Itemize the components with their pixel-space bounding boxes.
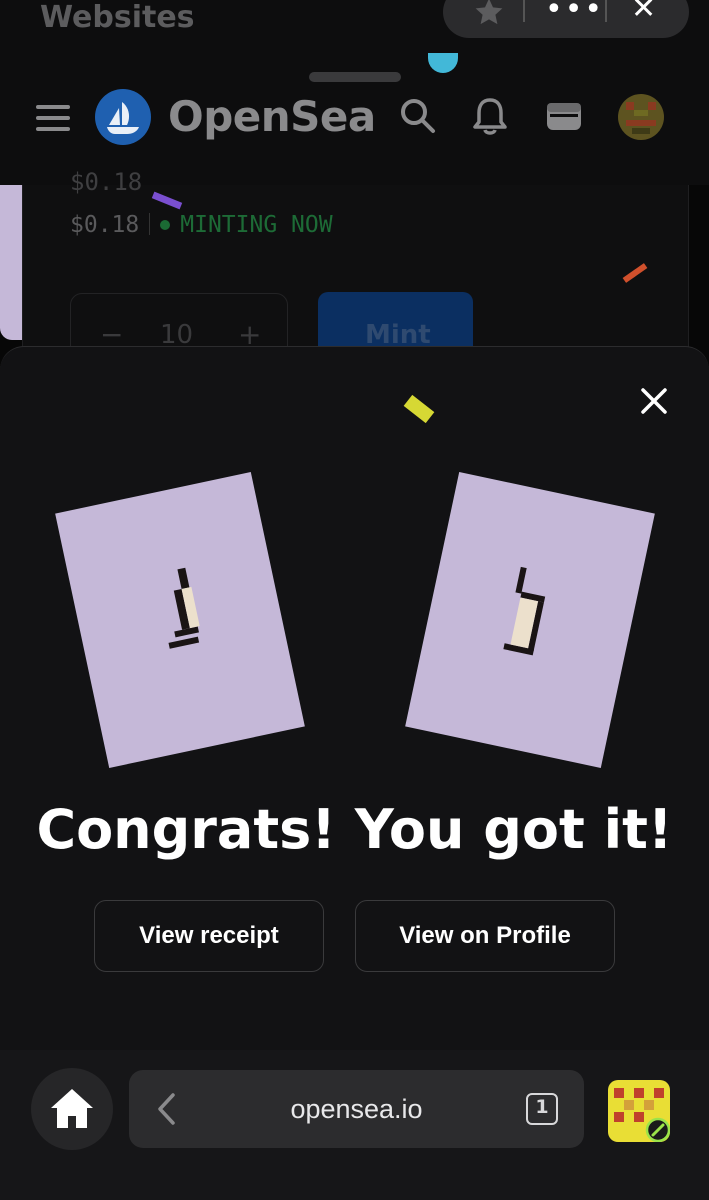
wallet-icon[interactable] (544, 96, 584, 136)
browser-controls-pill: ••• ✕ (443, 0, 689, 38)
price-row: $0.18 MINTING NOW (70, 212, 333, 238)
home-icon (51, 1089, 93, 1128)
brand-name[interactable]: OpenSea (168, 92, 376, 141)
status-dot-icon (160, 220, 171, 230)
home-button[interactable] (31, 1068, 113, 1150)
close-icon[interactable]: ✕ (631, 0, 656, 24)
profile-avatar[interactable] (618, 94, 664, 140)
websites-label: Websites (40, 0, 195, 35)
tab-count: 1 (535, 1096, 549, 1118)
view-profile-button[interactable]: View on Profile (355, 900, 615, 972)
minting-status: MINTING NOW (180, 212, 333, 238)
url-text[interactable]: opensea.io (129, 1094, 584, 1125)
more-dots-icon[interactable]: ••• (545, 0, 604, 25)
star-icon[interactable] (473, 0, 505, 28)
price-partial: $0.18 (70, 168, 143, 196)
view-receipt-button[interactable]: View receipt (94, 900, 324, 972)
extension-icon[interactable] (608, 1080, 670, 1142)
price-value: $0.18 (70, 212, 140, 238)
close-icon[interactable] (638, 385, 670, 417)
drag-handle[interactable] (309, 72, 401, 82)
search-icon[interactable] (398, 96, 438, 136)
modal-title: Congrats! You got it! (36, 798, 673, 861)
hamburger-icon[interactable] (36, 105, 70, 131)
opensea-logo-icon[interactable] (95, 89, 151, 145)
bell-icon[interactable] (470, 96, 510, 136)
